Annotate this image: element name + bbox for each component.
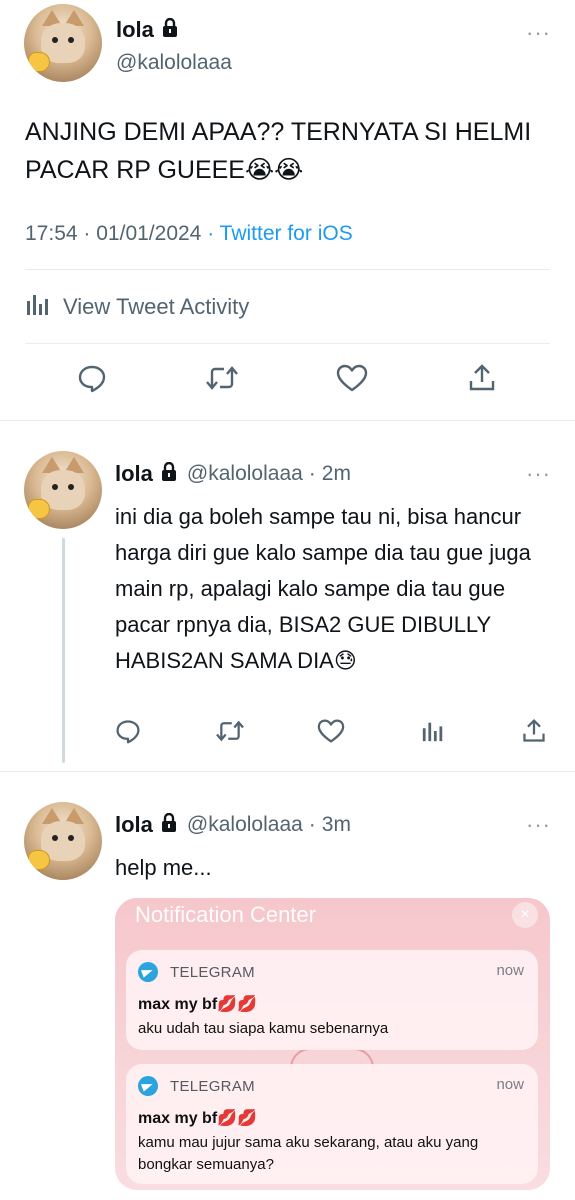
tweet-date: 01/01/2024: [96, 222, 202, 245]
analytics-button[interactable]: [413, 713, 453, 753]
main-tweet: lola @kalololaaa ··· ANJING DEMI APAA?? …: [0, 0, 575, 420]
meta-separator: ·: [207, 222, 215, 245]
notification-card: TELEGRAM now max my bf💋💋 aku udah tau si…: [126, 950, 538, 1050]
notification-center-title: Notification Center: [135, 902, 316, 927]
view-tweet-activity[interactable]: View Tweet Activity: [25, 291, 249, 323]
tweet-text: ANJING DEMI APAA?? TERNYATA SI HELMI PAC…: [25, 118, 532, 184]
retweet-icon: [205, 363, 239, 398]
time-ago: 3m: [321, 813, 351, 836]
divider: [25, 269, 550, 270]
reply-icon: [77, 363, 107, 398]
analytics-icon: [25, 291, 63, 323]
meta-separator: ·: [308, 462, 316, 485]
lock-icon: [161, 461, 177, 487]
share-icon: [521, 718, 547, 749]
activity-label: View Tweet Activity: [63, 294, 250, 319]
notification-app-name: TELEGRAM: [170, 963, 255, 981]
reply-action-bar: [108, 713, 554, 753]
author-handle-row: @kalololaaa: [116, 51, 232, 75]
notification-time: now: [496, 962, 524, 979]
notification-sender: max my bf💋💋: [138, 996, 257, 1013]
notification-message: aku udah tau siapa kamu sebenarnya: [138, 1020, 389, 1037]
share-button[interactable]: [514, 713, 554, 753]
author-name-row: lola: [116, 17, 178, 43]
share-icon: [467, 363, 497, 398]
divider: [25, 343, 550, 344]
more-icon[interactable]: ···: [526, 812, 551, 838]
more-icon[interactable]: ···: [526, 20, 551, 46]
retweet-icon: [215, 718, 245, 749]
like-icon: [317, 718, 345, 749]
reply-text: help me...: [115, 855, 212, 880]
tweet-meta: 17:54 · 01/01/2024 · Twitter for iOS: [25, 222, 353, 246]
avatar[interactable]: [24, 451, 102, 529]
reply-tweet: lola @kalololaaa · 2m ··· ini dia ga bol…: [0, 421, 575, 771]
analytics-icon: [421, 719, 445, 748]
close-icon: ×: [512, 902, 538, 928]
like-icon: [336, 363, 368, 398]
lock-icon: [162, 17, 178, 43]
lock-icon: [161, 812, 177, 838]
reply-header: lola @kalololaaa · 3m: [115, 812, 351, 838]
like-button[interactable]: [332, 360, 372, 400]
reply-header: lola @kalololaaa · 2m: [115, 461, 351, 487]
more-icon[interactable]: ···: [526, 461, 551, 487]
like-button[interactable]: [311, 713, 351, 753]
author-handle[interactable]: @kalololaaa: [187, 813, 303, 837]
telegram-icon: [138, 962, 158, 982]
meta-separator: ·: [83, 222, 91, 245]
reply-text: ini dia ga boleh sampe tau ni, bisa hanc…: [115, 504, 531, 673]
tweet-time: 17:54: [25, 222, 78, 245]
main-action-bar: [72, 360, 502, 400]
avatar[interactable]: [24, 802, 102, 880]
share-button[interactable]: [462, 360, 502, 400]
notification-center-image[interactable]: Notification Center × TELEGRAM now max m…: [115, 898, 550, 1190]
telegram-icon: [138, 1076, 158, 1096]
reply-icon: [115, 718, 141, 749]
notification-app-name: TELEGRAM: [170, 1077, 255, 1095]
meta-separator: ·: [308, 813, 316, 836]
author-name[interactable]: lola: [116, 17, 154, 43]
retweet-button[interactable]: [210, 713, 250, 753]
notification-message: kamu mau jujur sama aku sekarang, atau a…: [138, 1134, 479, 1173]
notification-time: now: [496, 1076, 524, 1093]
author-handle[interactable]: @kalololaaa: [116, 51, 232, 75]
author-handle[interactable]: @kalololaaa: [187, 462, 303, 486]
notification-card: TELEGRAM now max my bf💋💋 kamu mau jujur …: [126, 1064, 538, 1184]
notification-sender: max my bf💋💋: [138, 1110, 257, 1127]
author-name[interactable]: lola: [115, 812, 153, 838]
notification-app: TELEGRAM: [138, 962, 255, 982]
avatar[interactable]: [24, 4, 102, 82]
tweet-source-link[interactable]: Twitter for iOS: [220, 222, 353, 245]
notification-app: TELEGRAM: [138, 1076, 255, 1096]
reply-button[interactable]: [72, 360, 112, 400]
author-name[interactable]: lola: [115, 461, 153, 487]
thread-line: [62, 538, 65, 763]
reply-button[interactable]: [108, 713, 148, 753]
time-ago: 2m: [321, 462, 351, 485]
retweet-button[interactable]: [202, 360, 242, 400]
